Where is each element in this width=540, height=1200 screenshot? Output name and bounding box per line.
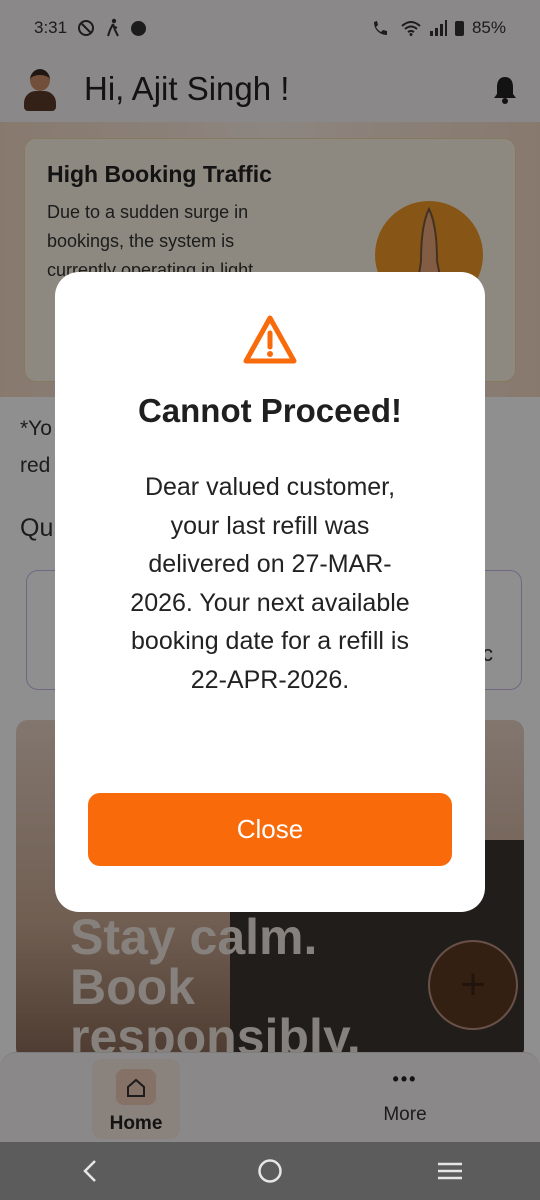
home-circle-icon[interactable] <box>240 1151 300 1191</box>
warning-icon <box>242 314 298 366</box>
dialog-message: Dear valued customer, your last refill w… <box>130 473 410 694</box>
close-button[interactable]: Close <box>88 793 452 866</box>
cannot-proceed-dialog: Cannot Proceed! Dear valued customer, yo… <box>55 272 485 912</box>
recents-icon[interactable] <box>420 1151 480 1191</box>
back-icon[interactable] <box>60 1151 120 1191</box>
system-nav-bar <box>0 1142 540 1200</box>
dialog-title: Cannot Proceed! <box>137 392 403 429</box>
